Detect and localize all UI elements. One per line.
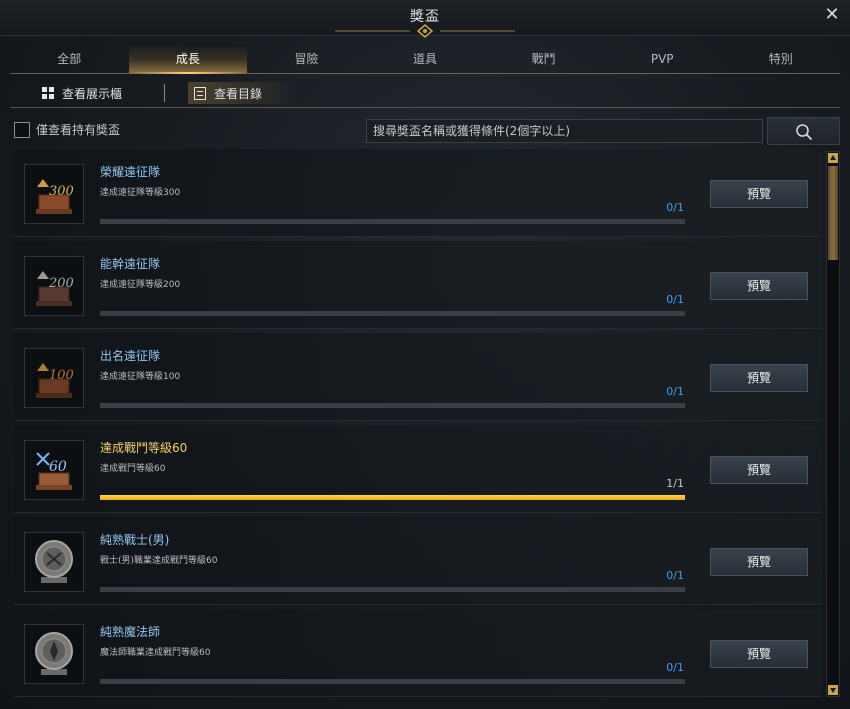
- trophy-window: 獎盃 ✕ 全部 成長 冒險 道具 戰鬥 PVP 特別 查看展示櫃 查看目錄 僅查…: [0, 0, 850, 709]
- view-showcase-button[interactable]: 查看展示櫃: [36, 82, 128, 104]
- owned-only-checkbox[interactable]: [14, 121, 30, 138]
- owned-only-filter[interactable]: 僅查看持有獎盃: [14, 121, 120, 138]
- scroll-thumb[interactable]: [828, 166, 838, 260]
- trophy-condition: 達成遠征隊等級100: [100, 372, 181, 382]
- trophy-name: 出名遠征隊: [100, 349, 161, 363]
- trophy-count: 0/1: [666, 661, 684, 674]
- title-bar: 獎盃 ✕: [0, 0, 850, 38]
- trophy-name: 純熟戰士(男): [100, 533, 170, 547]
- svg-text:60: 60: [49, 459, 67, 475]
- trophy-condition: 達成戰鬥等級60: [100, 464, 166, 474]
- trophy-name: 達成戰鬥等級60: [100, 441, 188, 455]
- trophy-row: 200 能幹遠征隊 達成遠征隊等級200 0/1 預覽: [14, 241, 822, 329]
- warrior-medal-icon: [24, 532, 84, 592]
- tab-combat[interactable]: 戰鬥: [484, 44, 603, 73]
- trophy-row: 300 榮耀遠征隊 達成遠征隊等級300 0/1 預覽: [14, 149, 822, 237]
- trophy-condition: 魔法師職業達成戰鬥等級60: [100, 648, 211, 658]
- tab-growth[interactable]: 成長: [128, 44, 248, 74]
- trophy-row: 100 出名遠征隊 達成遠征隊等級100 0/1 預覽: [14, 333, 822, 421]
- grid-icon: [42, 87, 54, 99]
- view-catalog-button[interactable]: 查看目錄: [188, 82, 298, 104]
- svg-text:200: 200: [48, 276, 74, 291]
- trophy-progress-bar: [100, 311, 685, 316]
- trophy-progress-bar: [100, 679, 685, 684]
- scroll-up-arrow-icon[interactable]: [828, 153, 838, 163]
- expedition-200-trophy-icon: 200: [24, 256, 84, 316]
- progress-fill: [100, 495, 685, 500]
- view-catalog-label: 查看目錄: [214, 86, 263, 101]
- expedition-300-trophy-icon: 300: [24, 164, 84, 224]
- trophy-list: 300 榮耀遠征隊 達成遠征隊等級300 0/1 預覽 200 能幹遠征隊 達成…: [14, 149, 822, 709]
- category-tabs: 全部 成長 冒險 道具 戰鬥 PVP 特別: [10, 44, 840, 74]
- trophy-name: 能幹遠征隊: [100, 257, 161, 271]
- trophy-progress-bar: [100, 403, 685, 408]
- tab-all[interactable]: 全部: [10, 44, 129, 73]
- search-icon: [796, 124, 813, 141]
- preview-button[interactable]: 預覽: [710, 364, 808, 392]
- list-scrollbar[interactable]: [826, 151, 840, 697]
- view-showcase-label: 查看展示櫃: [62, 86, 123, 101]
- trophy-progress-bar: [100, 219, 685, 224]
- tab-adventure[interactable]: 冒險: [247, 44, 366, 73]
- svg-text:100: 100: [49, 368, 74, 383]
- window-title: 獎盃: [410, 9, 440, 25]
- close-button[interactable]: ✕: [822, 4, 842, 26]
- preview-button[interactable]: 預覽: [710, 272, 808, 300]
- trophy-name: 純熟魔法師: [100, 625, 161, 639]
- title-ornament-icon: [335, 24, 515, 38]
- tab-items[interactable]: 道具: [366, 44, 485, 73]
- trophy-search-input[interactable]: [366, 119, 763, 143]
- trophy-row: 60 達成戰鬥等級60 達成戰鬥等級60 1/1 預覽: [14, 425, 822, 513]
- trophy-condition: 戰士(男)職業達成戰鬥等級60: [100, 556, 218, 566]
- trophy-progress-bar: [100, 495, 685, 500]
- view-switch-bar: 查看展示櫃 查看目錄: [10, 78, 840, 108]
- trophy-row: 純熟魔法師 魔法師職業達成戰鬥等級60 0/1 預覽: [14, 609, 822, 697]
- trophy-count: 0/1: [666, 293, 684, 306]
- preview-button[interactable]: 預覽: [710, 640, 808, 668]
- tab-pvp[interactable]: PVP: [603, 44, 722, 73]
- trophy-name: 榮耀遠征隊: [100, 165, 161, 179]
- scroll-down-arrow-icon[interactable]: [828, 685, 838, 695]
- preview-button[interactable]: 預覽: [710, 548, 808, 576]
- combat-level-60-trophy-icon: 60: [24, 440, 84, 500]
- trophy-condition: 達成遠征隊等級300: [100, 188, 181, 198]
- view-divider: [164, 84, 165, 102]
- preview-button[interactable]: 預覽: [710, 180, 808, 208]
- search-button[interactable]: [767, 117, 840, 145]
- trophy-count: 0/1: [666, 385, 684, 398]
- expedition-100-trophy-icon: 100: [24, 348, 84, 408]
- list-icon: [194, 86, 206, 100]
- mage-medal-icon: [24, 624, 84, 684]
- trophy-count: 1/1: [666, 477, 684, 490]
- trophy-row: 純熟戰士(男) 戰士(男)職業達成戰鬥等級60 0/1 預覽: [14, 517, 822, 605]
- svg-text:300: 300: [49, 184, 74, 199]
- owned-only-label: 僅查看持有獎盃: [36, 123, 121, 137]
- trophy-count: 0/1: [666, 201, 684, 214]
- trophy-count: 0/1: [666, 569, 684, 582]
- trophy-condition: 達成遠征隊等級200: [100, 280, 181, 290]
- preview-button[interactable]: 預覽: [710, 456, 808, 484]
- tab-special[interactable]: 特別: [721, 44, 840, 73]
- trophy-progress-bar: [100, 587, 685, 592]
